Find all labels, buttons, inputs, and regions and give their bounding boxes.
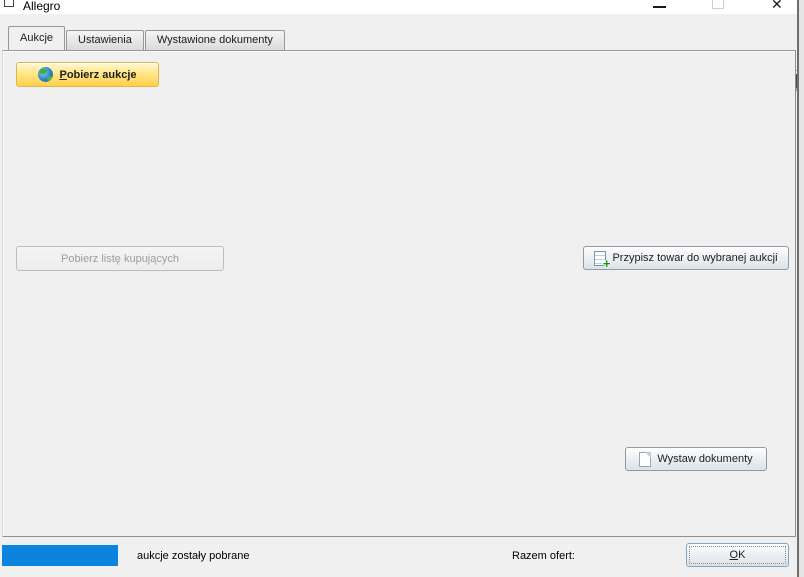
fetch-buyers-button: Pobierz listę kupujących (16, 246, 224, 271)
minimize-icon[interactable] (653, 6, 666, 8)
fetch-buyers-label: Pobierz listę kupujących (61, 253, 179, 265)
close-icon[interactable]: ✕ (771, 0, 783, 12)
tab-strip: Aukcje Ustawienia Wystawione dokumenty (8, 27, 286, 50)
issue-documents-label: Wystaw dokumenty (657, 453, 752, 465)
tab-aukcje[interactable]: Aukcje (8, 26, 65, 50)
tab-wystawione-dokumenty[interactable]: Wystawione dokumenty (145, 30, 285, 50)
fetch-auctions-button[interactable]: Pobierz aukcje (16, 62, 159, 87)
progress-bar (2, 545, 118, 566)
ok-button[interactable]: OK (686, 543, 789, 567)
allegro-window: Allegro ✕ Aukcje Ustawienia Wystawione d… (0, 0, 804, 577)
issue-documents-button[interactable]: Wystaw dokumenty (625, 447, 767, 471)
assign-product-button[interactable]: Przypisz towar do wybranej aukcji (583, 246, 789, 270)
total-offers-label: Razem ofert: (512, 550, 575, 562)
fetch-auctions-label: Pobierz aukcje (59, 69, 136, 81)
window-title: Allegro (23, 0, 60, 13)
status-message: aukcje zostały pobrane (137, 550, 250, 562)
app-icon (4, 0, 14, 7)
window-right-margin (799, 0, 804, 577)
document-plus-icon (594, 251, 606, 266)
document-icon (639, 452, 651, 467)
maximize-icon (712, 0, 724, 9)
ok-label: OK (730, 549, 746, 561)
title-bar: Allegro ✕ (0, 0, 804, 14)
globe-icon (38, 67, 53, 82)
tab-ustawienia[interactable]: Ustawienia (66, 30, 144, 50)
assign-product-label: Przypisz towar do wybranej aukcji (612, 252, 777, 264)
